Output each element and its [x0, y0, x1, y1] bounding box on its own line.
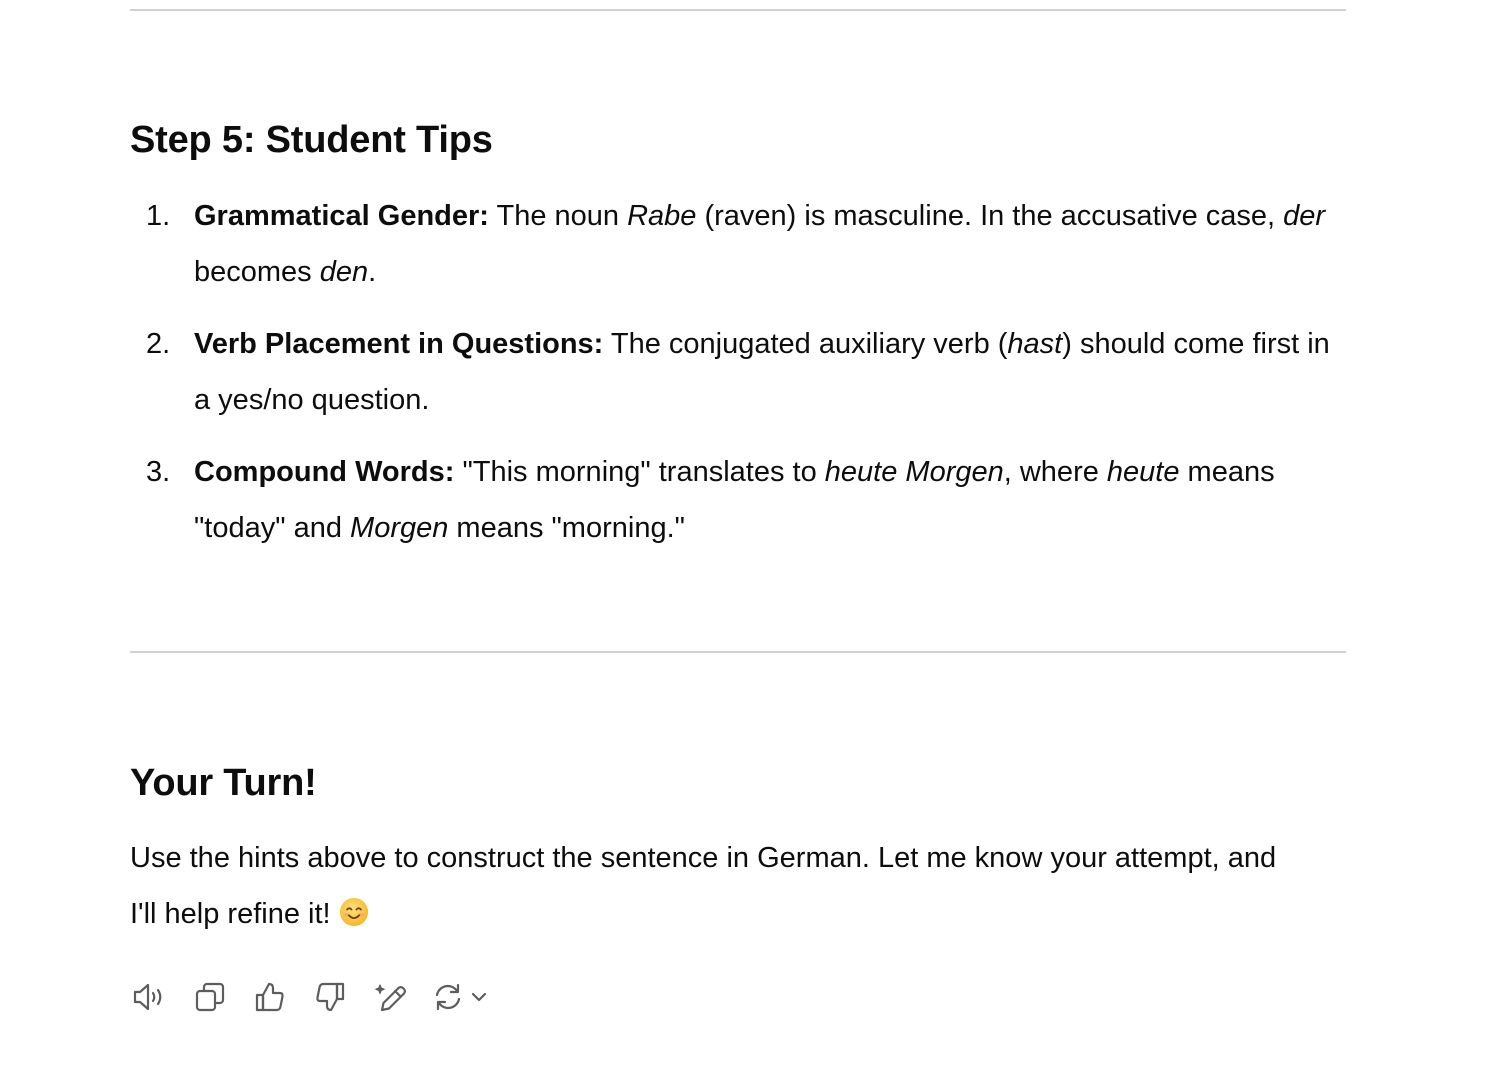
- your-turn-text: Use the hints above to construct the sen…: [130, 842, 1277, 930]
- tip-text: "This morning" translates to: [454, 456, 825, 488]
- message-actions-toolbar: [130, 978, 516, 1016]
- good-response-button[interactable]: [250, 978, 290, 1016]
- edit-sparkle-icon: [375, 984, 406, 1012]
- list-item: 3. Compound Words: "This morning" transl…: [130, 444, 1330, 556]
- divider-middle: [130, 651, 1346, 653]
- tip-italic: heute Morgen: [824, 456, 1004, 488]
- speaker-icon: [133, 983, 162, 1011]
- copy-button[interactable]: [190, 978, 230, 1016]
- tip-text: , where: [1003, 456, 1107, 488]
- your-turn-paragraph: Use the hints above to construct the sen…: [130, 830, 1280, 942]
- tip-italic: heute: [1106, 456, 1180, 488]
- tip-term: Compound Words:: [194, 456, 455, 488]
- tip-text: means "morning.": [448, 512, 685, 544]
- edit-in-canvas-button[interactable]: [370, 978, 410, 1016]
- copy-icon: [195, 982, 225, 1012]
- tip-italic: hast: [1007, 328, 1063, 360]
- tip-term: Grammatical Gender:: [194, 200, 489, 232]
- section-heading-student-tips: Step 5: Student Tips: [130, 119, 493, 161]
- bad-response-button[interactable]: [310, 978, 350, 1016]
- read-aloud-button[interactable]: [130, 978, 170, 1016]
- tip-italic: Morgen: [350, 512, 449, 544]
- smiling-face-emoji: [339, 897, 368, 927]
- list-number: 3.: [146, 456, 171, 488]
- tip-italic: den: [319, 256, 369, 288]
- list-item: 1. Grammatical Gender: The noun Rabe (ra…: [130, 188, 1330, 300]
- tip-text: (raven) is masculine. In the accusative …: [696, 200, 1284, 232]
- section-heading-your-turn: Your Turn!: [130, 762, 317, 804]
- divider-top: [130, 9, 1346, 11]
- thumbs-down-icon: [316, 982, 345, 1012]
- tip-term: Verb Placement in Questions:: [194, 328, 604, 360]
- list-item: 2. Verb Placement in Questions: The conj…: [130, 316, 1330, 428]
- tip-text: The noun: [488, 200, 628, 232]
- tip-italic: Rabe: [627, 200, 697, 232]
- chevron-down-icon: [471, 992, 487, 1002]
- tip-text: becomes: [194, 256, 320, 288]
- thumbs-up-icon: [255, 982, 284, 1012]
- tip-text: .: [368, 256, 377, 288]
- regenerate-icon: [435, 983, 461, 1011]
- tip-text: The conjugated auxiliary verb (: [603, 328, 1008, 360]
- list-number: 2.: [146, 328, 171, 360]
- tip-italic: der: [1283, 200, 1326, 232]
- regenerate-button[interactable]: [430, 978, 496, 1016]
- list-number: 1.: [146, 200, 171, 232]
- student-tips-list: 1. Grammatical Gender: The noun Rabe (ra…: [130, 188, 1330, 572]
